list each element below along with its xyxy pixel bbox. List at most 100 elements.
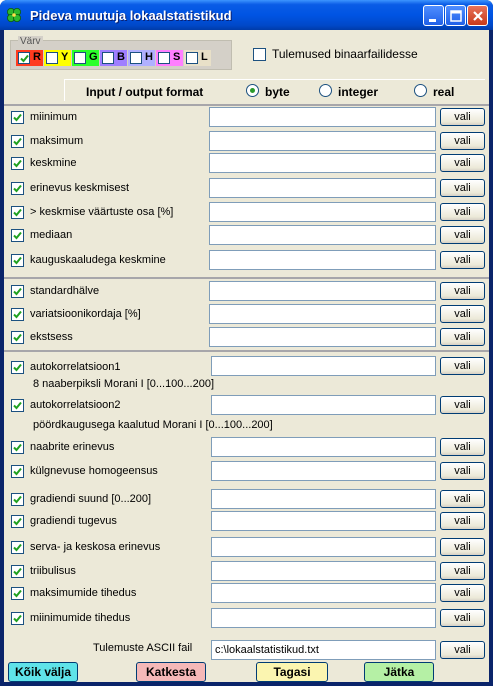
row-checkbox[interactable] [11,182,24,195]
row-choose-button[interactable]: vali [440,538,485,556]
color-checkbox-l[interactable] [186,52,198,64]
row-choose-button[interactable]: vali [440,154,485,172]
row-checkbox[interactable] [11,229,24,242]
row-choose-button[interactable]: vali [440,584,485,602]
row-label: maksimum [30,135,84,147]
row-choose-button[interactable]: vali [440,512,485,530]
row-choose-button[interactable]: vali [440,396,485,414]
binary-output-checkbox[interactable] [253,48,266,61]
color-letter: B [117,51,125,63]
binary-output-label: Tulemused binaarfailidesse [272,47,418,61]
row-checkbox[interactable] [11,331,24,344]
format-radio-byte[interactable] [246,84,259,97]
row-file-input[interactable] [211,511,436,531]
row-checkbox[interactable] [11,515,24,528]
color-swatch-g[interactable]: G [72,50,99,66]
row-file-input[interactable] [211,437,436,457]
row-checkbox[interactable] [11,361,24,374]
close-button[interactable] [467,5,488,26]
color-swatch-s[interactable]: S [156,50,183,66]
row-checkbox[interactable] [11,399,24,412]
row-file-input[interactable] [211,537,436,557]
row-checkbox[interactable] [11,465,24,478]
color-letter: L [201,51,208,63]
row-label: serva- ja keskosa erinevus [30,541,161,553]
color-checkbox-s[interactable] [158,52,170,64]
row-choose-button[interactable]: vali [440,438,485,456]
row-checkbox[interactable] [11,541,24,554]
row-checkbox[interactable] [11,565,24,578]
row-file-input[interactable] [211,583,436,603]
row-choose-button[interactable]: vali [440,490,485,508]
row-file-input[interactable] [209,202,436,222]
row-file-input[interactable] [211,561,436,581]
minimize-button[interactable] [423,5,444,26]
row-choose-button[interactable]: vali [440,562,485,580]
color-checkbox-y[interactable] [46,52,58,64]
row-choose-button[interactable]: vali [440,251,485,269]
row-file-input[interactable] [211,461,436,481]
color-checkbox-r[interactable] [18,52,30,64]
row-choose-button[interactable]: vali [440,609,485,627]
color-swatch-h[interactable]: H [128,50,155,66]
title-bar[interactable]: Pideva muutuja lokaalstatistikud [0,0,493,30]
row-choose-button[interactable]: vali [440,203,485,221]
row-file-input[interactable] [209,304,436,324]
row-file-input[interactable] [211,608,436,628]
row-file-input[interactable] [209,250,436,270]
row-checkbox[interactable] [11,285,24,298]
row-choose-button[interactable]: vali [440,462,485,480]
format-radio-real[interactable] [414,84,427,97]
row-file-input[interactable] [209,225,436,245]
row-checkbox[interactable] [11,587,24,600]
row-choose-button[interactable]: vali [440,328,485,346]
cancel-button[interactable]: Katkesta [136,662,206,682]
row-checkbox[interactable] [11,157,24,170]
row-checkbox[interactable] [11,612,24,625]
row-checkbox[interactable] [11,308,24,321]
color-checkbox-g[interactable] [74,52,86,64]
format-label-real: real [433,85,455,99]
row-checkbox[interactable] [11,254,24,267]
uncheck-all-button[interactable]: Kõik välja [8,662,78,682]
row-choose-button[interactable]: vali [440,132,485,150]
back-button[interactable]: Tagasi [256,662,328,682]
color-swatch-b[interactable]: B [100,50,127,66]
continue-button[interactable]: Jätka [364,662,434,682]
row-choose-button[interactable]: vali [440,226,485,244]
color-checkbox-h[interactable] [130,52,142,64]
row-checkbox[interactable] [11,111,24,124]
row-checkbox[interactable] [11,206,24,219]
row-label: triibulisus [30,565,76,577]
row-checkbox[interactable] [11,135,24,148]
row-file-input[interactable] [209,153,436,173]
row-file-input[interactable] [211,489,436,509]
color-swatch-r[interactable]: R [16,50,43,66]
row-choose-button[interactable]: vali [440,282,485,300]
clover-icon [6,7,22,23]
row-checkbox[interactable] [11,441,24,454]
format-label-byte: byte [265,85,290,99]
row-file-input[interactable] [209,178,436,198]
color-swatch-l[interactable]: L [184,50,211,66]
row-choose-button[interactable]: vali [440,108,485,126]
row-file-input[interactable] [209,107,436,127]
row-choose-button[interactable]: vali [440,357,485,375]
row-file-input[interactable] [211,395,436,415]
ascii-file-input[interactable] [211,640,436,660]
row-choose-button[interactable]: vali [440,305,485,323]
row-file-input[interactable] [209,327,436,347]
row-label: gradiendi tugevus [30,515,117,527]
row-checkbox[interactable] [11,493,24,506]
row-choose-button[interactable]: vali [440,179,485,197]
format-radio-integer[interactable] [319,84,332,97]
row-file-input[interactable] [211,356,436,376]
color-checkbox-b[interactable] [102,52,114,64]
color-letter: Y [61,51,69,63]
row-label: variatsioonikordaja [%] [30,308,141,320]
ascii-choose-button[interactable]: vali [440,641,485,659]
color-swatch-y[interactable]: Y [44,50,71,66]
row-file-input[interactable] [209,131,436,151]
row-file-input[interactable] [209,281,436,301]
maximize-button[interactable] [445,5,466,26]
